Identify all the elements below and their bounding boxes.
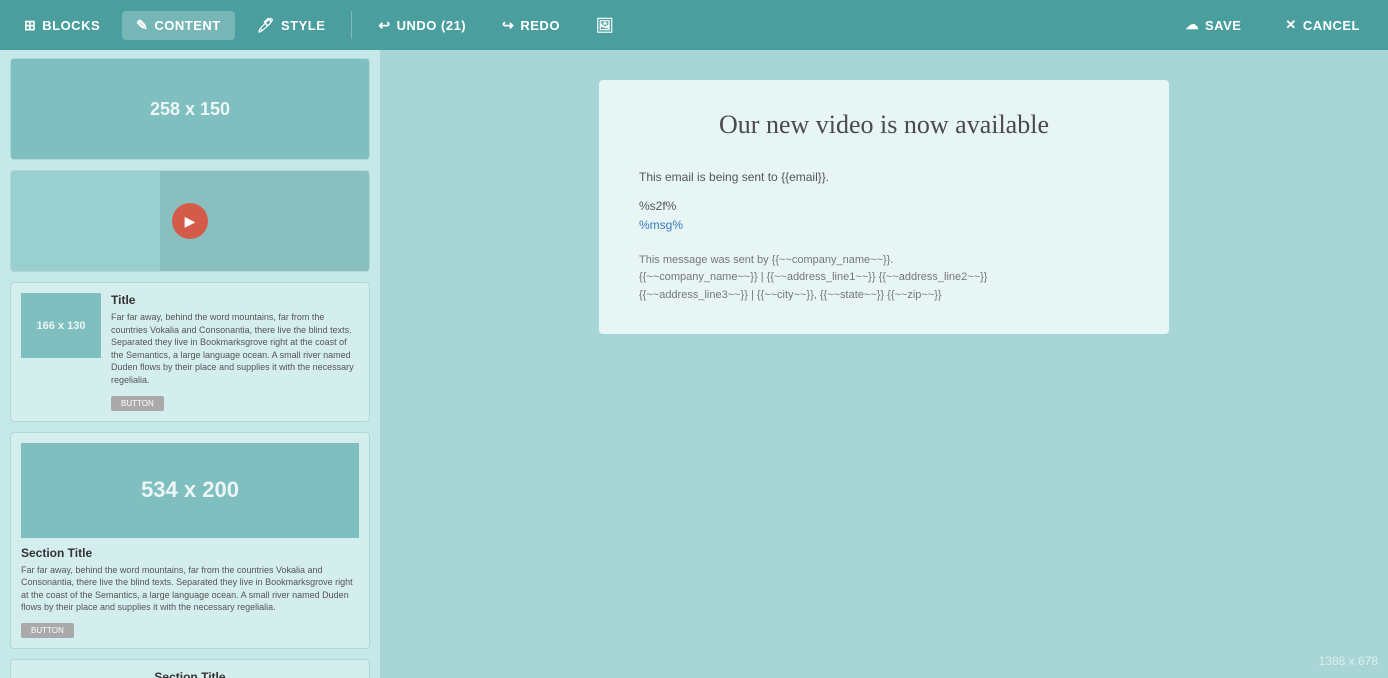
video-container: ▶ — [11, 171, 369, 271]
block-video[interactable]: ▶ — [10, 170, 370, 272]
main-layout: 258 x 150 ▶ 166 x 130 T — [0, 50, 1388, 678]
save-button[interactable]: ☁ SAVE — [1167, 11, 1259, 39]
redo-label: REDO — [520, 18, 560, 33]
big-text: Far far away, behind the word mountains,… — [21, 564, 359, 614]
content-icon: ✎ — [136, 17, 148, 34]
divider-1 — [351, 11, 352, 39]
style-tab[interactable]: 🖊 STYLE — [243, 11, 340, 40]
content-label: CONTENT — [154, 18, 220, 33]
email-footer-line2: {{~~company_name~~}} | {{~~address_line1… — [639, 269, 1129, 287]
article-title: Title — [111, 293, 359, 307]
email-headline: Our new video is now available — [639, 110, 1129, 140]
email-footer-line3: {{~~address_line3~~}} | {{~~city~~}}, {{… — [639, 287, 1129, 305]
cancel-label: CANCEL — [1303, 18, 1360, 33]
article-button: BUTTON — [111, 396, 164, 411]
style-label: STYLE — [281, 18, 325, 33]
redo-icon: ↪ — [502, 17, 514, 34]
cancel-button[interactable]: ✕ CANCEL — [1267, 11, 1378, 39]
image-icon: 🖼 — [596, 17, 614, 34]
undo-button[interactable]: ↩ UNDO (21) — [364, 11, 480, 40]
style-icon: 🖊 — [257, 17, 275, 34]
save-icon: ☁ — [1185, 17, 1199, 33]
email-footer-line1: This message was sent by {{~~company_nam… — [639, 252, 1129, 270]
play-button: ▶ — [172, 203, 208, 239]
undo-icon: ↩ — [378, 17, 390, 34]
play-icon: ▶ — [185, 213, 196, 230]
email-footer: This message was sent by {{~~company_nam… — [639, 252, 1129, 305]
article-image: 166 x 130 — [21, 293, 101, 358]
section-container: Section Title Far far away, behind the w… — [11, 660, 369, 678]
content-tab[interactable]: ✎ CONTENT — [122, 11, 235, 40]
toolbar: ⊞ BLOCKS ✎ CONTENT 🖊 STYLE ↩ UNDO (21) ↪… — [0, 0, 1388, 50]
email-body-link[interactable]: %msg% — [639, 218, 683, 232]
email-preview: Our new video is now available This emai… — [599, 80, 1169, 334]
article-text: Far far away, behind the word mountains,… — [111, 311, 359, 387]
redo-button[interactable]: ↪ REDO — [488, 11, 574, 40]
video-play-area: ▶ — [160, 171, 220, 271]
image-button[interactable]: 🖼 — [582, 11, 628, 40]
left-panel: 258 x 150 ▶ 166 x 130 T — [0, 50, 380, 678]
undo-label: UNDO (21) — [397, 18, 467, 33]
image-placeholder-1: 258 x 150 — [11, 59, 369, 159]
blocks-icon: ⊞ — [24, 17, 36, 34]
video-side-right — [220, 171, 369, 271]
toolbar-right: ☁ SAVE ✕ CANCEL — [1167, 11, 1378, 39]
block-article[interactable]: 166 x 130 Title Far far away, behind the… — [10, 282, 370, 422]
dimension-label: 1388 x 678 — [1319, 654, 1378, 668]
video-side-left — [11, 171, 160, 271]
article-container: 166 x 130 Title Far far away, behind the… — [11, 283, 369, 421]
blocks-label: BLOCKS — [42, 18, 100, 33]
big-title: Section Title — [21, 546, 359, 560]
content-area: Our new video is now available This emai… — [380, 50, 1388, 678]
article-content: Title Far far away, behind the word moun… — [111, 293, 359, 411]
cancel-icon: ✕ — [1285, 17, 1296, 33]
block-image[interactable]: 258 x 150 — [10, 58, 370, 160]
email-body-line1: This email is being sent to {{email}}. — [639, 168, 1129, 187]
big-button: BUTTON — [21, 623, 74, 638]
save-label: SAVE — [1205, 18, 1241, 33]
section-title: Section Title — [21, 670, 359, 678]
block-section[interactable]: Section Title Far far away, behind the w… — [10, 659, 370, 678]
email-body-line2: %s2f% %msg% — [639, 197, 1129, 235]
blocks-tab[interactable]: ⊞ BLOCKS — [10, 11, 114, 40]
big-image: 534 x 200 — [21, 443, 359, 538]
big-block-container: 534 x 200 Section Title Far far away, be… — [11, 433, 369, 648]
block-big-image[interactable]: 534 x 200 Section Title Far far away, be… — [10, 432, 370, 649]
